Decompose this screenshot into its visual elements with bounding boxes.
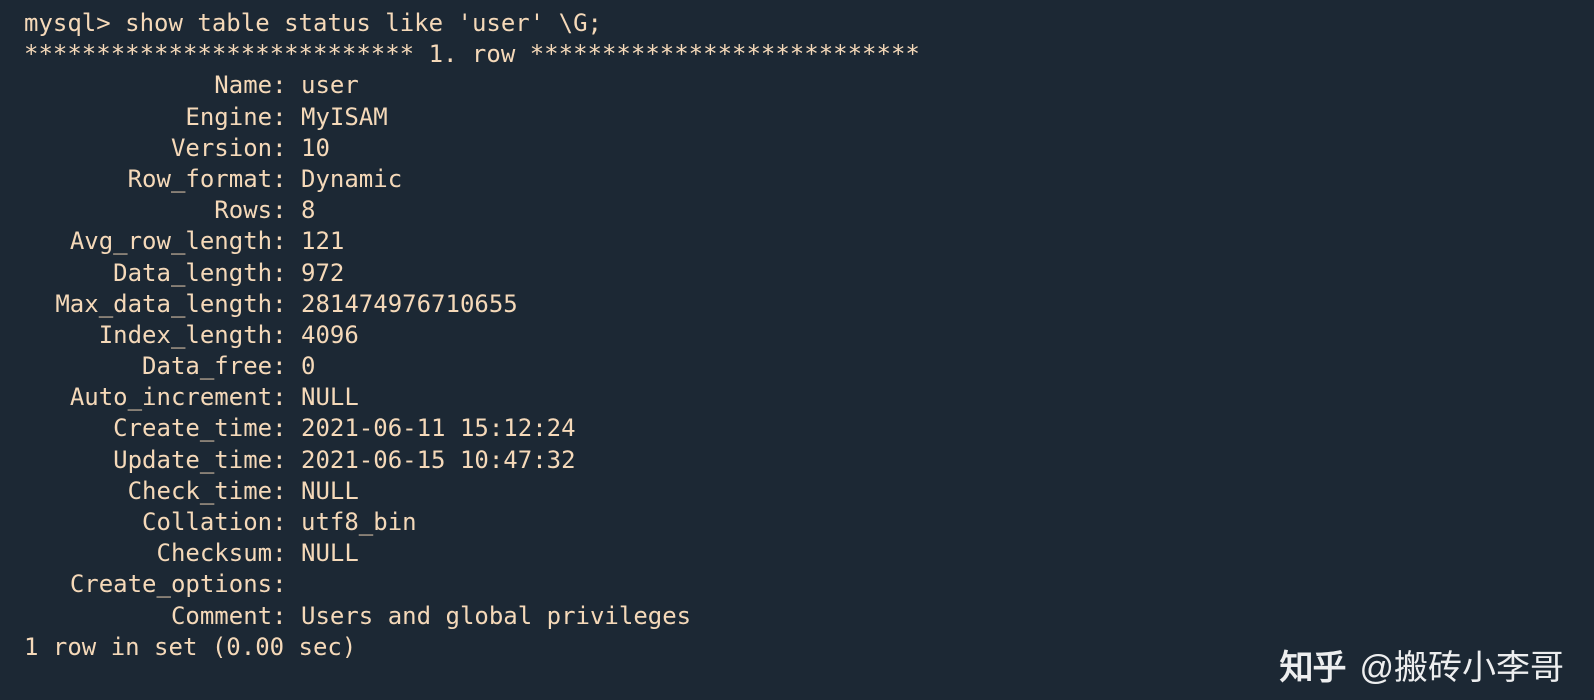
command-text: show table status like 'user' \G; (125, 9, 602, 37)
row-header: *************************** 1. row *****… (24, 39, 1594, 70)
field-key: Engine: (24, 102, 301, 133)
command-line[interactable]: mysql> show table status like 'user' \G; (24, 8, 1594, 39)
field-row: Index_length: 4096 (24, 320, 1594, 351)
field-key: Auto_increment: (24, 382, 301, 413)
field-value: NULL (301, 476, 359, 507)
field-value: user (301, 70, 359, 101)
field-key: Comment: (24, 601, 301, 632)
field-row: Version: 10 (24, 133, 1594, 164)
prompt: mysql> (24, 9, 125, 37)
field-value: NULL (301, 538, 359, 569)
field-value: 0 (301, 351, 315, 382)
field-value: Users and global privileges (301, 601, 691, 632)
field-row: Max_data_length: 281474976710655 (24, 289, 1594, 320)
field-value: MyISAM (301, 102, 388, 133)
field-value: 2021-06-15 10:47:32 (301, 445, 576, 476)
field-key: Avg_row_length: (24, 226, 301, 257)
field-row: Comment: Users and global privileges (24, 601, 1594, 632)
field-row: Name: user (24, 70, 1594, 101)
field-value: 8 (301, 195, 315, 226)
field-key: Data_free: (24, 351, 301, 382)
field-row: Engine: MyISAM (24, 102, 1594, 133)
field-key: Row_format: (24, 164, 301, 195)
field-key: Max_data_length: (24, 289, 301, 320)
field-row: Auto_increment: NULL (24, 382, 1594, 413)
field-row: Update_time: 2021-06-15 10:47:32 (24, 445, 1594, 476)
field-key: Create_time: (24, 413, 301, 444)
field-key: Name: (24, 70, 301, 101)
field-row: Checksum: NULL (24, 538, 1594, 569)
field-row: Check_time: NULL (24, 476, 1594, 507)
field-key: Create_options: (24, 569, 301, 600)
field-value: 281474976710655 (301, 289, 518, 320)
field-key: Update_time: (24, 445, 301, 476)
field-row: Avg_row_length: 121 (24, 226, 1594, 257)
field-value: Dynamic (301, 164, 402, 195)
field-key: Index_length: (24, 320, 301, 351)
field-key: Version: (24, 133, 301, 164)
field-value: utf8_bin (301, 507, 417, 538)
field-value: 4096 (301, 320, 359, 351)
field-value: NULL (301, 382, 359, 413)
fields-container: Name: userEngine: MyISAMVersion: 10Row_f… (24, 70, 1594, 631)
field-row: Create_time: 2021-06-11 15:12:24 (24, 413, 1594, 444)
field-key: Data_length: (24, 258, 301, 289)
field-row: Rows: 8 (24, 195, 1594, 226)
field-row: Data_length: 972 (24, 258, 1594, 289)
field-row: Data_free: 0 (24, 351, 1594, 382)
field-row: Collation: utf8_bin (24, 507, 1594, 538)
field-row: Row_format: Dynamic (24, 164, 1594, 195)
field-value: 972 (301, 258, 344, 289)
field-key: Check_time: (24, 476, 301, 507)
field-key: Collation: (24, 507, 301, 538)
field-value: 121 (301, 226, 344, 257)
field-value: 2021-06-11 15:12:24 (301, 413, 576, 444)
watermark: 知乎 @搬砖小李哥 (1279, 646, 1564, 690)
field-value: 10 (301, 133, 330, 164)
watermark-text: @搬砖小李哥 (1359, 646, 1564, 690)
field-row: Create_options: (24, 569, 1594, 600)
field-key: Checksum: (24, 538, 301, 569)
watermark-logo: 知乎 (1279, 646, 1345, 690)
field-key: Rows: (24, 195, 301, 226)
